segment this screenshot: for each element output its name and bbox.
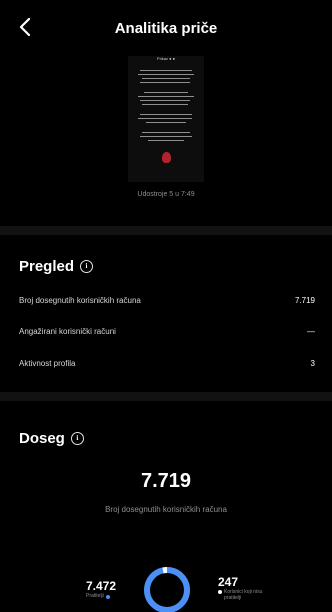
page-title: Analitika priče <box>114 19 218 37</box>
reach-total: 7.719 <box>140 470 192 492</box>
chevron-left-icon <box>19 18 31 36</box>
story-text-line <box>142 132 190 133</box>
row-value: 3 <box>310 359 315 368</box>
info-icon[interactable]: i <box>80 260 94 273</box>
non-followers-label: Korisnici koji nisu pratitelji <box>224 589 263 601</box>
info-icon[interactable]: i <box>70 432 84 445</box>
story-text-line <box>144 92 188 93</box>
overview-row-profile-activity[interactable]: Aktivnost profila 3 <box>19 359 315 368</box>
overview-row-reached[interactable]: Broj dosegnutih korisničkih računa 7.719 <box>19 296 315 305</box>
story-text-line <box>146 122 186 123</box>
story-preview-caption: Prikaz ● ● <box>156 56 176 61</box>
reach-title: Doseg <box>19 430 65 447</box>
followers-stat: 7.472 Pratitelji <box>86 579 116 599</box>
story-text-line <box>142 104 188 105</box>
row-label: Angažirani korisnički računi <box>19 327 116 336</box>
non-followers-value: 247 <box>218 575 239 589</box>
followers-legend: Pratitelji <box>86 593 116 599</box>
story-text-line <box>140 100 190 101</box>
story-text-line <box>138 118 192 119</box>
story-preview[interactable]: Prikaz ● ● <box>128 56 204 182</box>
reach-caption: Broj dosegnutih korisničkih računa <box>105 505 227 514</box>
followers-dot <box>105 594 110 599</box>
row-label: Broj dosegnutih korisničkih računa <box>19 296 141 305</box>
section-divider <box>0 226 332 235</box>
non-followers-dot <box>218 590 222 594</box>
row-value: 7.719 <box>294 296 315 305</box>
story-text-line <box>138 96 194 97</box>
story-text-line <box>140 136 192 137</box>
non-followers-stat: 247 Korisnici koji nisu pratitelji <box>218 575 278 601</box>
reach-donut <box>144 567 190 612</box>
row-value: — <box>307 327 315 336</box>
overview-title: Pregled <box>19 258 75 275</box>
non-followers-legend: Korisnici koji nisu pratitelji <box>218 589 278 601</box>
story-text-line <box>142 78 190 79</box>
story-text-line <box>148 140 184 141</box>
donut-segment-followers <box>144 567 190 612</box>
story-text-line <box>140 70 192 71</box>
section-divider <box>0 392 332 401</box>
followers-value: 7.472 <box>86 579 117 593</box>
top-bar: Analitika priče <box>0 0 332 56</box>
story-text-line <box>140 114 192 115</box>
story-text-line <box>138 74 194 75</box>
overview-heading: Pregled i <box>19 258 94 275</box>
followers-label: Pratitelji <box>86 593 104 599</box>
story-views-text: Udostroje 5 u 7:49 <box>137 191 195 198</box>
story-text-line <box>140 82 190 83</box>
reach-heading: Doseg i <box>19 430 84 447</box>
overview-row-engaged[interactable]: Angažirani korisnički računi — <box>19 327 315 336</box>
back-button[interactable] <box>14 16 36 38</box>
story-sticker <box>162 152 171 163</box>
row-label: Aktivnost profila <box>19 359 76 368</box>
